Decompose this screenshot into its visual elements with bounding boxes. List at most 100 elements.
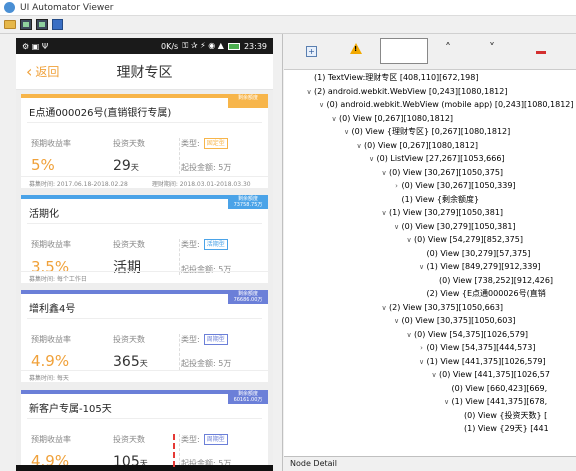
warning-icon[interactable]: ! <box>350 43 362 54</box>
chevron-up-icon[interactable]: ˄ <box>445 41 451 55</box>
status-indicator-icons: ⚿ ✰ ⚡ ◉ ▲ <box>182 41 224 50</box>
tree-node-label: (0) android.webkit.WebView (mobile app) … <box>326 100 574 109</box>
tree-expand-chevron-icon[interactable]: ∨ <box>354 140 364 153</box>
tree-node-label: (2) android.webkit.WebView [0,243][1080,… <box>314 86 508 96</box>
tree-node-label: (0) View [0,267][1080,1812] <box>364 140 479 150</box>
tree-node[interactable]: ∨ (1) View [441,375][1026,579] <box>417 355 546 368</box>
tree-expand-chevron-icon[interactable]: ∨ <box>417 261 427 274</box>
tree-expand-chevron-icon[interactable]: ∨ <box>429 369 439 382</box>
tree-node[interactable]: ∨ (2) View [30,375][1050,663] <box>379 301 503 314</box>
product-card[interactable]: 剩余额度 73758.75万 活期化 预期收益率 投资天数 类型: 活期型 3.5% 活期 起投… <box>21 195 268 283</box>
tree-node[interactable]: (1) View {29天} [441 <box>454 422 549 435</box>
tree-node[interactable]: › (0) View [54,375][444,573] <box>417 341 536 355</box>
tree-node[interactable]: ∨ (0) View [30,279][1050,381] <box>392 220 516 233</box>
device-screenshot-icon[interactable] <box>19 18 32 31</box>
tree-expand-chevron-icon[interactable]: ∨ <box>342 126 352 139</box>
tree-node[interactable]: ∨ (2) android.webkit.WebView [0,243][1080… <box>304 85 507 98</box>
tree-node-label: (0) View [54,375][444,573] <box>426 343 536 352</box>
tree-node-label: (1) View [849,279][912,339] <box>426 262 541 271</box>
network-speed: 0K/s <box>161 41 179 51</box>
investment-days: 29 <box>113 158 131 174</box>
chevron-down-icon[interactable]: ˅ <box>489 41 495 55</box>
tree-expand-chevron-icon[interactable]: ∨ <box>404 329 414 342</box>
tree-node[interactable]: (1) TextView:理财专区 [408,110][672,198] <box>304 71 479 84</box>
tree-expand-chevron-icon[interactable]: ∨ <box>404 234 414 247</box>
tree-node[interactable]: ∨ (0) View [441,375][1026,57 <box>429 368 550 381</box>
investment-days: 365 <box>113 354 140 370</box>
back-button[interactable]: ‹ 返回 <box>26 63 59 80</box>
tree-expand-chevron-icon[interactable]: ∨ <box>379 167 389 180</box>
clear-icon[interactable] <box>536 51 546 54</box>
tree-node[interactable]: ∨ (0) View [30,375][1050,603] <box>392 314 516 327</box>
tree-node-label: (0) View [30,375][1050,603] <box>401 316 516 325</box>
remaining-quota-badge: 剩余额度 <box>228 94 268 108</box>
tree-node-label: (0) View [0,267][1080,1812] <box>339 113 454 123</box>
tree-expand-chevron-icon[interactable]: ∨ <box>329 113 339 126</box>
device-screenshot-compressed-icon[interactable] <box>35 18 48 31</box>
tree-node[interactable]: (0) View {投资天数} [ <box>454 409 547 422</box>
tree-node[interactable]: › (0) View [30,267][1050,339] <box>392 179 516 193</box>
tree-node[interactable]: ∨ (0) ListView [27,267][1053,666] <box>367 152 505 165</box>
hierarchy-toolbar: + ! ˄ ˅ <box>284 34 576 70</box>
remaining-quota-badge: 剩余额度 76686.00万 <box>228 290 268 304</box>
tree-node[interactable]: (2) View {E点通000026号(直销 <box>417 287 546 300</box>
tree-node[interactable]: ∨ (1) View [30,279][1050,381] <box>379 206 503 219</box>
tree-node[interactable]: ∨ (1) View [441,375][678, <box>442 395 547 409</box>
type-tag: 固定型 <box>203 138 228 149</box>
tree-expand-chevron-icon[interactable]: ∨ <box>392 315 402 328</box>
card-divider <box>27 418 262 419</box>
tree-node[interactable]: (0) View [738,252][912,426] <box>429 274 553 287</box>
product-card[interactable]: 剩余额度 60161.00万 新客户专属-105天 预期收益率 投资天数 类型: 周期型 4… <box>21 390 268 471</box>
tree-expand-chevron-icon[interactable]: › <box>417 342 427 355</box>
product-card[interactable]: 剩余额度 E点通000026号(直销银行专属) 预期收益率 投资天数 类型: 固定型 5% 2… <box>21 94 268 188</box>
expand-all-icon[interactable]: + <box>306 46 317 57</box>
days-label: 投资天数 <box>113 240 145 249</box>
finance-period: 理财期间: 2018.03.01-2018.03.30 <box>151 181 251 188</box>
phone-screen[interactable]: ⚙ ▣ Ψ 0K/s ⚿ ✰ ⚡ ◉ ▲ 23:39 ‹ 返回 理财专区 剩余额… <box>16 38 273 471</box>
rate-label: 预期收益率 <box>31 435 71 444</box>
product-card[interactable]: 剩余额度 76686.00万 增利鑫4号 预期收益率 投资天数 类型: 周期型 4.9% 36… <box>21 290 268 382</box>
tree-node-label: (0) View [30,267][1050,339] <box>401 181 516 190</box>
tree-node[interactable]: (0) View [30,279][57,375] <box>417 247 531 260</box>
raise-period: 募集时间: 每个工作日 <box>29 276 87 283</box>
rate-label: 预期收益率 <box>31 240 71 249</box>
tree-expand-chevron-icon[interactable]: ∨ <box>379 207 389 220</box>
tree-expand-chevron-icon[interactable]: ∨ <box>379 302 389 315</box>
hierarchy-panel: + ! ˄ ˅ (1) TextView:理财专区 [408,110][672,… <box>284 34 576 471</box>
tree-node[interactable]: ∨ (0) View [0,267][1080,1812] <box>354 139 478 152</box>
type-tag: 周期型 <box>203 434 228 445</box>
tree-node[interactable]: (1) View {剩余额度} <box>392 193 480 206</box>
tree-node-label: (0) ListView [27,267][1053,666] <box>376 154 505 163</box>
tree-expand-chevron-icon[interactable]: ∨ <box>442 396 452 409</box>
save-icon[interactable] <box>51 18 64 31</box>
node-search-input[interactable] <box>380 38 428 64</box>
tree-node[interactable]: ∨ (0) View [54,375][1026,579] <box>404 328 528 341</box>
tree-expand-chevron-icon[interactable]: ∨ <box>317 99 327 112</box>
battery-icon <box>227 42 240 50</box>
tree-node-label: (0) View [30,279][57,375] <box>426 248 531 258</box>
status-left-icons: ⚙ ▣ Ψ <box>22 41 49 51</box>
hierarchy-tree[interactable]: (1) TextView:理财专区 [408,110][672,198] ∨ (2)… <box>284 70 576 456</box>
tree-node-label: (0) View [54,375][1026,579] <box>414 329 529 339</box>
min-amount-label: 起投金额: <box>181 163 216 172</box>
type-label: 类型: <box>181 240 200 249</box>
tree-node[interactable]: ∨ (0) android.webkit.WebView (mobile app)… <box>317 98 574 111</box>
tree-node[interactable]: ∨ (0) View [0,267][1080,1812] <box>329 112 453 125</box>
tree-expand-chevron-icon[interactable]: ∨ <box>304 86 314 99</box>
device-screenshot-panel: ⚙ ▣ Ψ 0K/s ⚿ ✰ ⚡ ◉ ▲ 23:39 ‹ 返回 理财专区 剩余额… <box>0 34 283 471</box>
tree-expand-chevron-icon[interactable]: ∨ <box>392 221 402 234</box>
tree-node-label: (0) View [738,252][912,426] <box>439 275 554 285</box>
tree-node[interactable]: (0) View [660,423][669, <box>442 382 548 395</box>
tree-node[interactable]: ∨ (1) View [849,279][912,339] <box>417 260 541 273</box>
open-folder-icon[interactable] <box>3 18 16 31</box>
tree-node[interactable]: ∨ (0) View [54,279][852,375] <box>404 233 523 246</box>
node-detail-title: Node Detail <box>290 459 337 468</box>
min-amount: 5万 <box>218 163 232 172</box>
tree-node[interactable]: ∨ (0) View {理财专区} [0,267][1080,1812] <box>342 125 511 139</box>
tree-expand-chevron-icon[interactable]: ∨ <box>417 356 427 369</box>
tree-expand-chevron-icon[interactable]: › <box>392 180 402 193</box>
tree-node[interactable]: ∨ (0) View [30,267][1050,375] <box>379 166 503 179</box>
days-label: 投资天数 <box>113 139 145 148</box>
tree-expand-chevron-icon[interactable]: ∨ <box>367 153 377 166</box>
tree-node-label: (0) View {理财专区} [0,267][1080,1812] <box>351 127 511 136</box>
